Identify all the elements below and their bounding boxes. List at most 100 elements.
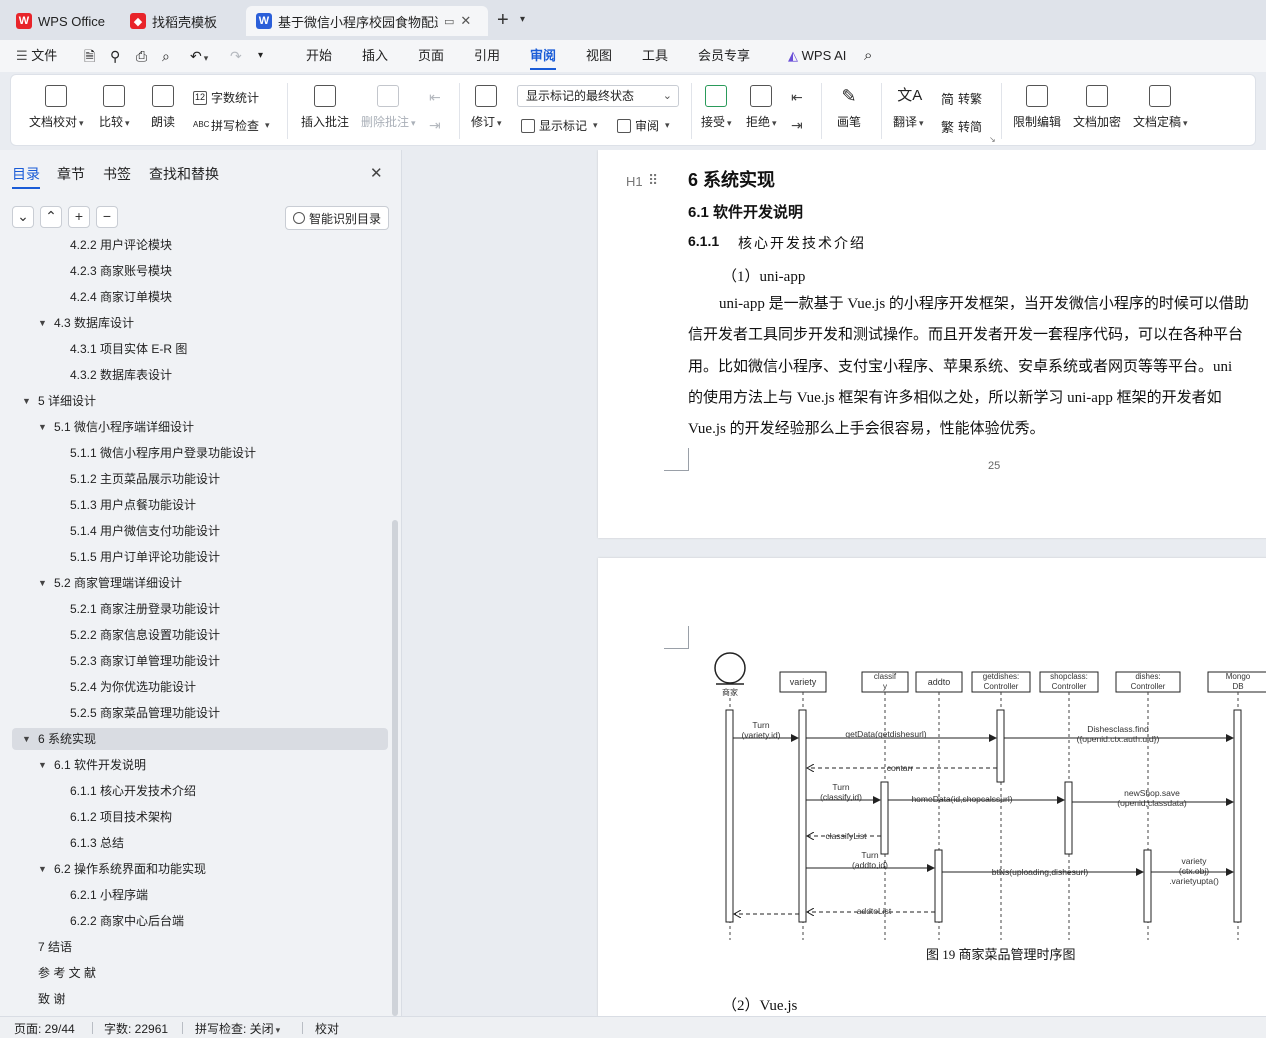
toc-item[interactable]: 5.2.4 为你优选功能设计 bbox=[12, 676, 388, 698]
revise-button[interactable]: 修订 ▾ bbox=[471, 85, 502, 130]
menu-start[interactable]: 开始 bbox=[306, 40, 332, 72]
next-comment-icon[interactable]: ⇥ bbox=[429, 117, 441, 134]
expand-toggle-icon[interactable]: ▼ bbox=[38, 858, 47, 880]
toc-item[interactable]: 6.1.2 项目技术架构 bbox=[12, 806, 388, 828]
menu-tools[interactable]: 工具 bbox=[642, 40, 668, 72]
review-pane-button[interactable]: 审阅 ▾ bbox=[617, 117, 670, 134]
page-indicator[interactable]: 页面: 29/44 bbox=[14, 1020, 75, 1037]
proofread-status[interactable]: 校对 bbox=[315, 1020, 339, 1037]
next-change-icon[interactable]: ⇥ bbox=[791, 117, 803, 134]
collapse-up-button[interactable]: ⌃ bbox=[40, 206, 62, 228]
toc-item[interactable]: 参 考 文 献 bbox=[12, 962, 388, 984]
expand-toggle-icon[interactable]: ▼ bbox=[22, 390, 31, 412]
nav-tab-bookmarks[interactable]: 书签 bbox=[103, 164, 131, 184]
read-aloud-button[interactable]: 朗读 bbox=[151, 85, 175, 130]
toc-item[interactable]: 5.1.1 微信小程序用户登录功能设计 bbox=[12, 442, 388, 464]
prev-comment-icon[interactable]: ⇤ bbox=[429, 89, 441, 106]
nav-tab-toc[interactable]: 目录 bbox=[12, 164, 40, 189]
show-markup-button[interactable]: 显示标记 ▾ bbox=[521, 117, 598, 134]
toc-item[interactable]: 5.2.1 商家注册登录功能设计 bbox=[12, 598, 388, 620]
add-heading-button[interactable]: + bbox=[68, 206, 90, 228]
toc-item[interactable]: 5.2.5 商家菜品管理功能设计 bbox=[12, 702, 388, 724]
toc-item[interactable]: 5.1.3 用户点餐功能设计 bbox=[12, 494, 388, 516]
encrypt-button[interactable]: 文档加密 bbox=[1073, 85, 1121, 130]
markup-state-select[interactable]: 显示标记的最终状态 ⌄ bbox=[517, 85, 679, 107]
menu-insert[interactable]: 插入 bbox=[362, 40, 388, 72]
tab-current-document[interactable]: W 基于微信小程序校园食物配送 ▭ ✕ bbox=[246, 6, 488, 36]
menu-view[interactable]: 视图 bbox=[586, 40, 612, 72]
search-icon[interactable]: ⌕ bbox=[864, 40, 872, 72]
expand-toggle-icon[interactable]: ▼ bbox=[38, 312, 47, 334]
toc-item[interactable]: 4.2.2 用户评论模块 bbox=[12, 236, 388, 256]
accept-button[interactable]: 接受 ▾ bbox=[701, 85, 732, 130]
toc-item[interactable]: 7 结语 bbox=[12, 936, 388, 958]
to-simplified-button[interactable]: 繁 转简 bbox=[941, 117, 982, 136]
menu-review[interactable]: 审阅 bbox=[530, 40, 557, 72]
toc-item[interactable]: ▼ 5 详细设计 bbox=[12, 390, 388, 412]
nav-tab-chapters[interactable]: 章节 bbox=[57, 164, 85, 184]
spell-check-status[interactable]: 拼写检查: 关闭 ▾ bbox=[195, 1020, 280, 1037]
reject-button[interactable]: 拒绝 ▾ bbox=[746, 85, 777, 130]
save-icon[interactable]: 🗎 bbox=[84, 40, 95, 72]
to-traditional-button[interactable]: 简 转繁 bbox=[941, 89, 982, 108]
print-preview-icon[interactable]: ⌕ bbox=[162, 40, 170, 72]
nav-tab-find-replace[interactable]: 查找和替换 bbox=[149, 164, 219, 184]
collapse-down-button[interactable]: ⌄ bbox=[12, 206, 34, 228]
toc-item[interactable]: 4.3.2 数据库表设计 bbox=[12, 364, 388, 386]
toc-item[interactable]: ▼ 5.1 微信小程序端详细设计 bbox=[12, 416, 388, 438]
toc-item[interactable]: 5.2.3 商家订单管理功能设计 bbox=[12, 650, 388, 672]
remove-heading-button[interactable]: − bbox=[96, 206, 118, 228]
expand-toggle-icon[interactable]: ▼ bbox=[38, 416, 47, 438]
drag-handle-icon[interactable]: ⠿ bbox=[648, 172, 658, 189]
menu-reference[interactable]: 引用 bbox=[474, 40, 500, 72]
finalize-button[interactable]: 文档定稿 ▾ bbox=[1133, 85, 1188, 130]
toc-item[interactable]: ▼ 4.3 数据库设计 bbox=[12, 312, 388, 334]
toc-item[interactable]: 6.2.1 小程序端 bbox=[12, 884, 388, 906]
toc-scrollbar[interactable] bbox=[392, 520, 398, 1016]
prev-change-icon[interactable]: ⇤ bbox=[791, 89, 803, 106]
toc-item[interactable]: ▼ 6.2 操作系统界面和功能实现 bbox=[12, 858, 388, 880]
toc-item[interactable]: 5.2.2 商家信息设置功能设计 bbox=[12, 624, 388, 646]
dialog-launcher-icon[interactable]: ↘ bbox=[989, 135, 996, 144]
toc-item[interactable]: 5.1.4 用户微信支付功能设计 bbox=[12, 520, 388, 542]
toc-item[interactable]: ▼ 6 系统实现 bbox=[12, 728, 388, 750]
toc-item[interactable]: 4.2.3 商家账号模块 bbox=[12, 260, 388, 282]
expand-toggle-icon[interactable]: ▼ bbox=[38, 754, 47, 776]
pen-button[interactable]: ✎ 画笔 bbox=[837, 85, 861, 130]
delete-comment-button[interactable]: 删除批注 ▾ bbox=[361, 85, 416, 130]
redo-icon[interactable]: ↷ bbox=[230, 40, 242, 72]
print-icon[interactable]: ⎙ bbox=[136, 40, 147, 72]
toc-item[interactable]: ▼ 5.2 商家管理端详细设计 bbox=[12, 572, 388, 594]
close-pane-icon[interactable]: ✕ bbox=[370, 164, 383, 182]
new-tab-icon[interactable]: + bbox=[497, 9, 509, 32]
toc-item[interactable]: 6.2.2 商家中心后台端 bbox=[12, 910, 388, 932]
toc-item[interactable]: 致 谢 bbox=[12, 988, 388, 1010]
restrict-edit-button[interactable]: 限制编辑 bbox=[1013, 85, 1061, 130]
spell-check-button[interactable]: ABC 拼写检查 ▾ bbox=[193, 117, 270, 134]
link-icon[interactable]: ⚲ bbox=[110, 40, 120, 72]
toc-item[interactable]: 4.3.1 项目实体 E-R 图 bbox=[12, 338, 388, 360]
screen-icon[interactable]: ▭ bbox=[444, 15, 454, 28]
toc-item[interactable]: 4.2.4 商家订单模块 bbox=[12, 286, 388, 308]
toc-item[interactable]: 5.1.5 用户订单评论功能设计 bbox=[12, 546, 388, 568]
menu-page[interactable]: 页面 bbox=[418, 40, 444, 72]
wps-ai-button[interactable]: ◭ WPS AI bbox=[788, 40, 846, 72]
expand-toggle-icon[interactable]: ▼ bbox=[38, 572, 47, 594]
tab-docer-templates[interactable]: ◆ 找稻壳模板 bbox=[120, 6, 244, 36]
expand-toggle-icon[interactable]: ▼ bbox=[22, 728, 31, 750]
file-menu[interactable]: ☰ 文件 bbox=[16, 40, 57, 72]
more-chevron-icon[interactable]: ▾ bbox=[258, 40, 263, 72]
close-tab-icon[interactable]: ✕ bbox=[460, 13, 471, 29]
doc-check-button[interactable]: 文档校对 ▾ bbox=[29, 85, 84, 130]
undo-icon[interactable]: ↶ ▾ bbox=[190, 40, 208, 72]
compare-button[interactable]: 比较 ▾ bbox=[99, 85, 130, 130]
toc-item[interactable]: 6.1.1 核心开发技术介绍 bbox=[12, 780, 388, 802]
menu-member[interactable]: 会员专享 bbox=[698, 40, 750, 72]
toc-item[interactable]: 6.1.3 总结 bbox=[12, 832, 388, 854]
smart-toc-button[interactable]: 智能识别目录 bbox=[285, 206, 389, 230]
translate-button[interactable]: 文A 翻译 ▾ bbox=[893, 85, 924, 130]
toc-item[interactable]: ▼ 6.1 软件开发说明 bbox=[12, 754, 388, 776]
word-count-button[interactable]: 12 字数统计 bbox=[193, 89, 259, 106]
chevron-down-icon[interactable]: ▾ bbox=[520, 14, 525, 25]
insert-comment-button[interactable]: 插入批注 bbox=[301, 85, 349, 130]
